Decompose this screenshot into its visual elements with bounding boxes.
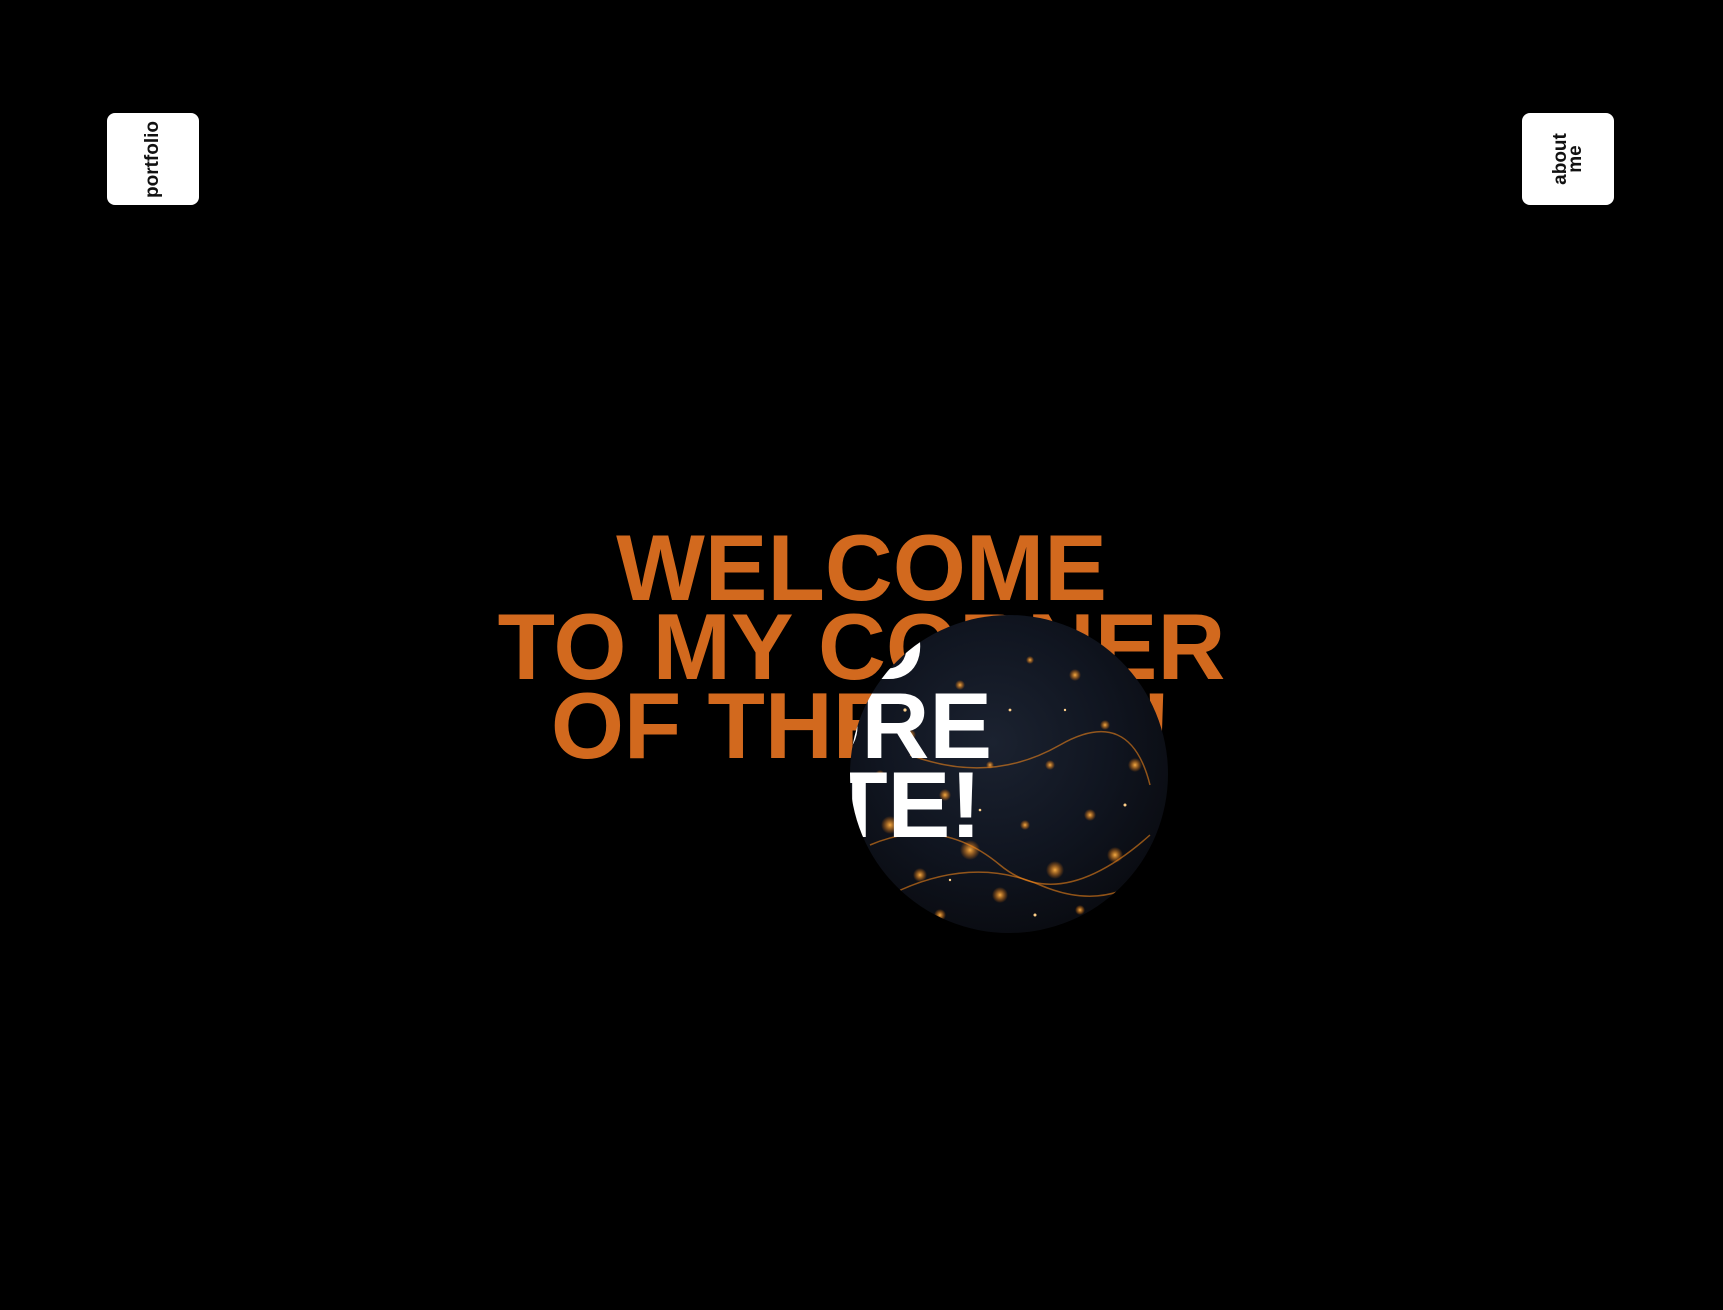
about-me-button[interactable]: about me — [1522, 113, 1614, 205]
reveal-line-4: SITE! — [850, 752, 982, 857]
page: portfolio about me WELCOME TO MY CORNER … — [0, 0, 1723, 1310]
portfolio-button[interactable]: portfolio — [107, 113, 199, 205]
cursor-reveal-lens: LD LORE SITE! — [850, 615, 1168, 933]
reveal-headline: LD LORE SITE! — [850, 615, 1168, 857]
portfolio-label: portfolio — [142, 120, 164, 198]
about-me-label: about me — [1550, 133, 1586, 185]
